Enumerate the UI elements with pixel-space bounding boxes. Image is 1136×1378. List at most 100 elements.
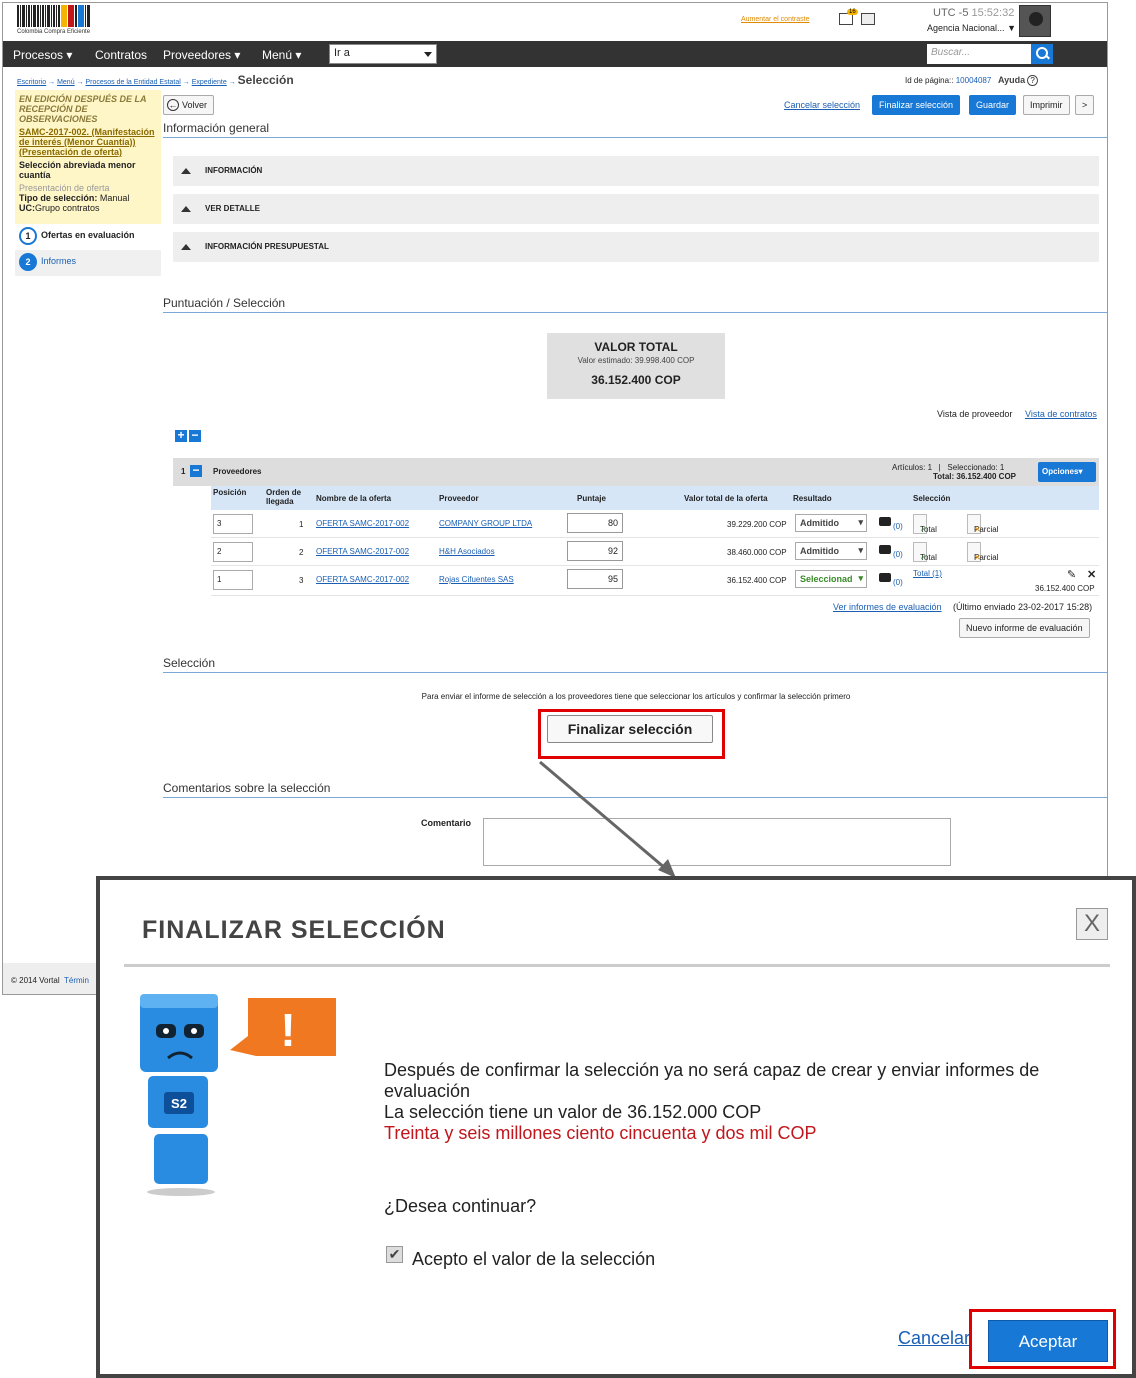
col-offer-name[interactable]: Nombre de la oferta: [316, 494, 391, 503]
comment-count[interactable]: (0): [893, 578, 903, 587]
finalize-selection-top-button[interactable]: Finalizar selección: [872, 95, 961, 115]
select-total-button[interactable]: Total ✓: [913, 542, 937, 562]
back-button[interactable]: ← Volver: [163, 95, 215, 115]
comment-icon[interactable]: [879, 517, 891, 526]
result-select[interactable]: Admitido: [795, 514, 867, 532]
process-summary: EN EDICIÓN DESPUÉS DE LA RECEPCIÓN DE OB…: [15, 90, 161, 224]
alert-glyph: !: [280, 1004, 295, 1056]
page-id-link[interactable]: 10004087: [956, 76, 992, 85]
section-informacion-presupuestal[interactable]: INFORMACIÓN PRESUPUESTAL: [173, 232, 1099, 262]
provider-link[interactable]: Rojas Cifuentes SAS: [439, 575, 514, 584]
options-button[interactable]: Opciones▾: [1038, 462, 1096, 482]
goto-select[interactable]: Ir a: [329, 44, 437, 64]
agency-selector[interactable]: Agencia Nacional... ▼: [927, 23, 1016, 33]
value-line: La selección tiene un valor de 36.152.00…: [384, 1102, 762, 1122]
agency-label: Agencia Nacional...: [927, 23, 1005, 33]
result-select[interactable]: Seleccionad: [795, 570, 867, 588]
new-evaluation-report-button[interactable]: Nuevo informe de evaluación: [959, 618, 1090, 638]
offer-link[interactable]: OFERTA SAMC-2017-002: [316, 519, 409, 528]
table-row: 1 3 OFERTA SAMC-2017-002 Rojas Cifuentes…: [211, 566, 1099, 596]
close-icon[interactable]: X: [1076, 908, 1108, 940]
nav-proveedores[interactable]: Proveedores ▾: [163, 48, 240, 62]
arrival-order: 3: [299, 576, 304, 585]
modal-message: Después de confirmar la selección ya no …: [384, 1060, 1064, 1144]
col-provider[interactable]: Proveedor: [439, 494, 479, 503]
utc-time: 15:52:32: [971, 7, 1015, 19]
comment-count[interactable]: (0): [893, 522, 903, 531]
uc-value: Grupo contratos: [35, 203, 100, 213]
cancel-selection-link[interactable]: Cancelar selección: [784, 100, 860, 110]
accept-value-label: Acepto el valor de la selección: [412, 1249, 656, 1269]
remove-icon[interactable]: ✕: [1087, 568, 1096, 581]
position-stepper[interactable]: 2: [213, 542, 253, 562]
back-label: Volver: [182, 100, 208, 110]
col-order[interactable]: Orden de llegada: [266, 488, 308, 506]
breadcrumb-menu[interactable]: Menú: [57, 79, 75, 86]
search-icon[interactable]: [1031, 44, 1053, 64]
evaluation-reports-link[interactable]: Ver informes de evaluación: [833, 602, 942, 612]
arrow-left-icon: ←: [167, 99, 179, 111]
step-informes[interactable]: 2 Informes: [15, 250, 161, 276]
search-input[interactable]: Buscar...: [927, 44, 1031, 64]
section-informacion[interactable]: INFORMACIÓN: [173, 156, 1099, 186]
page-id: Id de página:: 10004087 Ayuda ?: [905, 75, 1038, 86]
terms-link[interactable]: Términ: [64, 976, 89, 985]
print-button[interactable]: Imprimir: [1023, 95, 1070, 115]
save-button[interactable]: Guardar: [969, 95, 1017, 115]
document-icon[interactable]: [861, 13, 875, 25]
expand-all-icon[interactable]: +: [175, 429, 187, 442]
check-icon: ✓: [920, 553, 927, 562]
position-stepper[interactable]: 1: [213, 570, 253, 590]
user-avatar[interactable]: [1019, 5, 1051, 37]
score-input[interactable]: 80: [567, 513, 623, 533]
chevron-down-icon: ▼: [1007, 23, 1016, 33]
step-number: 1: [19, 227, 37, 245]
cancel-link[interactable]: Cancelar: [898, 1328, 970, 1349]
modal-title: FINALIZAR SELECCIÓN: [142, 916, 446, 944]
group-collapse-icon[interactable]: −: [190, 464, 202, 477]
total-selected-link[interactable]: Total (1): [913, 569, 942, 578]
comment-icon[interactable]: [879, 573, 891, 582]
provider-link[interactable]: H&H Asociados: [439, 547, 495, 556]
col-total-value: Valor total de la oferta: [684, 494, 768, 503]
total-value-box: VALOR TOTAL Valor estimado: 39.998.400 C…: [547, 333, 725, 399]
nav-contratos[interactable]: Contratos: [95, 48, 147, 62]
process-phase: Presentación de oferta: [19, 183, 110, 193]
comment-count[interactable]: (0): [893, 550, 903, 559]
select-partial-button[interactable]: Parcial ✕: [967, 542, 998, 562]
process-link[interactable]: SAMC-2017-002. (Manifestación de interés…: [19, 127, 157, 157]
provider-link[interactable]: COMPANY GROUP LTDA: [439, 519, 532, 528]
modal-divider: [124, 964, 1110, 967]
section-ver-detalle[interactable]: VER DETALLE: [173, 194, 1099, 224]
position-stepper[interactable]: 3: [213, 514, 253, 534]
help-link[interactable]: Ayuda: [998, 75, 1025, 85]
group-total: Total: 36.152.400 COP: [933, 472, 1016, 481]
collapse-all-icon[interactable]: −: [189, 429, 201, 442]
score-input[interactable]: 95: [567, 569, 623, 589]
breadcrumb-escritorio[interactable]: Escritorio: [17, 79, 46, 86]
increase-contrast-link[interactable]: Aumentar el contraste: [741, 16, 809, 23]
col-score[interactable]: Puntaje: [577, 494, 606, 503]
edit-icon[interactable]: ✎: [1067, 568, 1076, 581]
select-total-button[interactable]: Total ✓: [913, 514, 937, 534]
offer-total-value: 38.460.000 COP: [727, 548, 787, 557]
nav-menu[interactable]: Menú ▾: [262, 48, 301, 62]
accept-value-checkbox[interactable]: ✔: [386, 1246, 403, 1263]
step-ofertas[interactable]: 1 Ofertas en evaluación: [15, 224, 161, 250]
nav-procesos[interactable]: Procesos ▾: [13, 48, 72, 62]
comment-label: Comentario: [421, 818, 472, 828]
more-button[interactable]: >: [1075, 95, 1095, 115]
comment-icon[interactable]: [879, 545, 891, 554]
scoring-title: Puntuación / Selección: [163, 296, 1107, 313]
selection-type-value: Manual: [99, 193, 130, 203]
help-icon[interactable]: ?: [1027, 75, 1038, 86]
score-input[interactable]: 92: [567, 541, 623, 561]
breadcrumb-procesos[interactable]: Procesos de la Entidad Estatal: [85, 79, 180, 86]
select-partial-button[interactable]: Parcial ✕: [967, 514, 998, 534]
offer-link[interactable]: OFERTA SAMC-2017-002: [316, 575, 409, 584]
result-select[interactable]: Admitido: [795, 542, 867, 560]
col-position[interactable]: Posición: [213, 488, 246, 497]
breadcrumb-expediente[interactable]: Expediente: [192, 79, 227, 86]
offer-link[interactable]: OFERTA SAMC-2017-002: [316, 547, 409, 556]
contracts-view-link[interactable]: Vista de contratos: [1025, 409, 1097, 419]
